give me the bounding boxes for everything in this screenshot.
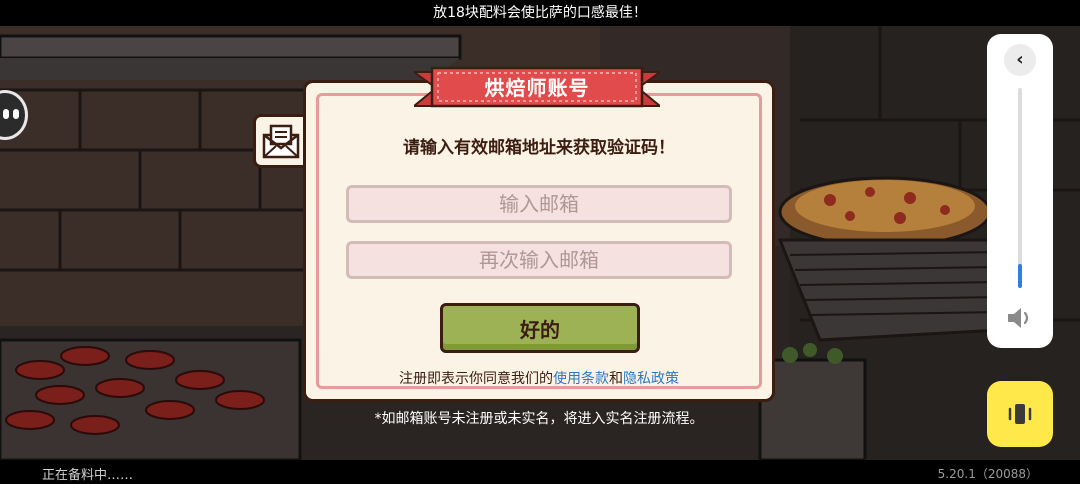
- loading-status: 正在备料中……: [42, 468, 134, 483]
- volume-panel: ‹: [987, 34, 1053, 348]
- volume-level: [1018, 264, 1022, 288]
- privacy-policy-link[interactable]: 隐私政策: [623, 371, 679, 387]
- dialog-title: 烘焙师账号: [484, 76, 590, 100]
- volume-slider[interactable]: [1018, 88, 1022, 288]
- speaker-icon[interactable]: [1006, 306, 1034, 330]
- eye: [3, 109, 9, 119]
- eye: [13, 109, 19, 119]
- vibrate-button[interactable]: [987, 381, 1053, 447]
- terms-prefix: 注册即表示你同意我们的: [399, 371, 553, 387]
- version-label: 5.20.1（20088）: [937, 467, 1038, 481]
- chevron-left-icon[interactable]: ‹: [1004, 44, 1036, 76]
- envelope-icon: [253, 114, 308, 168]
- registration-note: *如邮箱账号未注册或未实名，将进入实名注册流程。: [374, 411, 704, 427]
- terms-and: 和: [609, 371, 623, 387]
- confirm-email-input[interactable]: [346, 241, 732, 279]
- terms-notice: 注册即表示你同意我们的使用条款和隐私政策: [303, 368, 775, 388]
- vibrate-icon: [1008, 404, 1032, 424]
- terms-of-use-link[interactable]: 使用条款: [553, 371, 609, 387]
- email-input[interactable]: [346, 185, 732, 223]
- ok-button[interactable]: 好的: [440, 303, 640, 353]
- tip-banner: 放18块配料会使比萨的口感最佳！: [0, 0, 1080, 26]
- instruction-text: 请输入有效邮箱地址来获取验证码！: [403, 138, 675, 158]
- bottom-bar: [0, 460, 1080, 484]
